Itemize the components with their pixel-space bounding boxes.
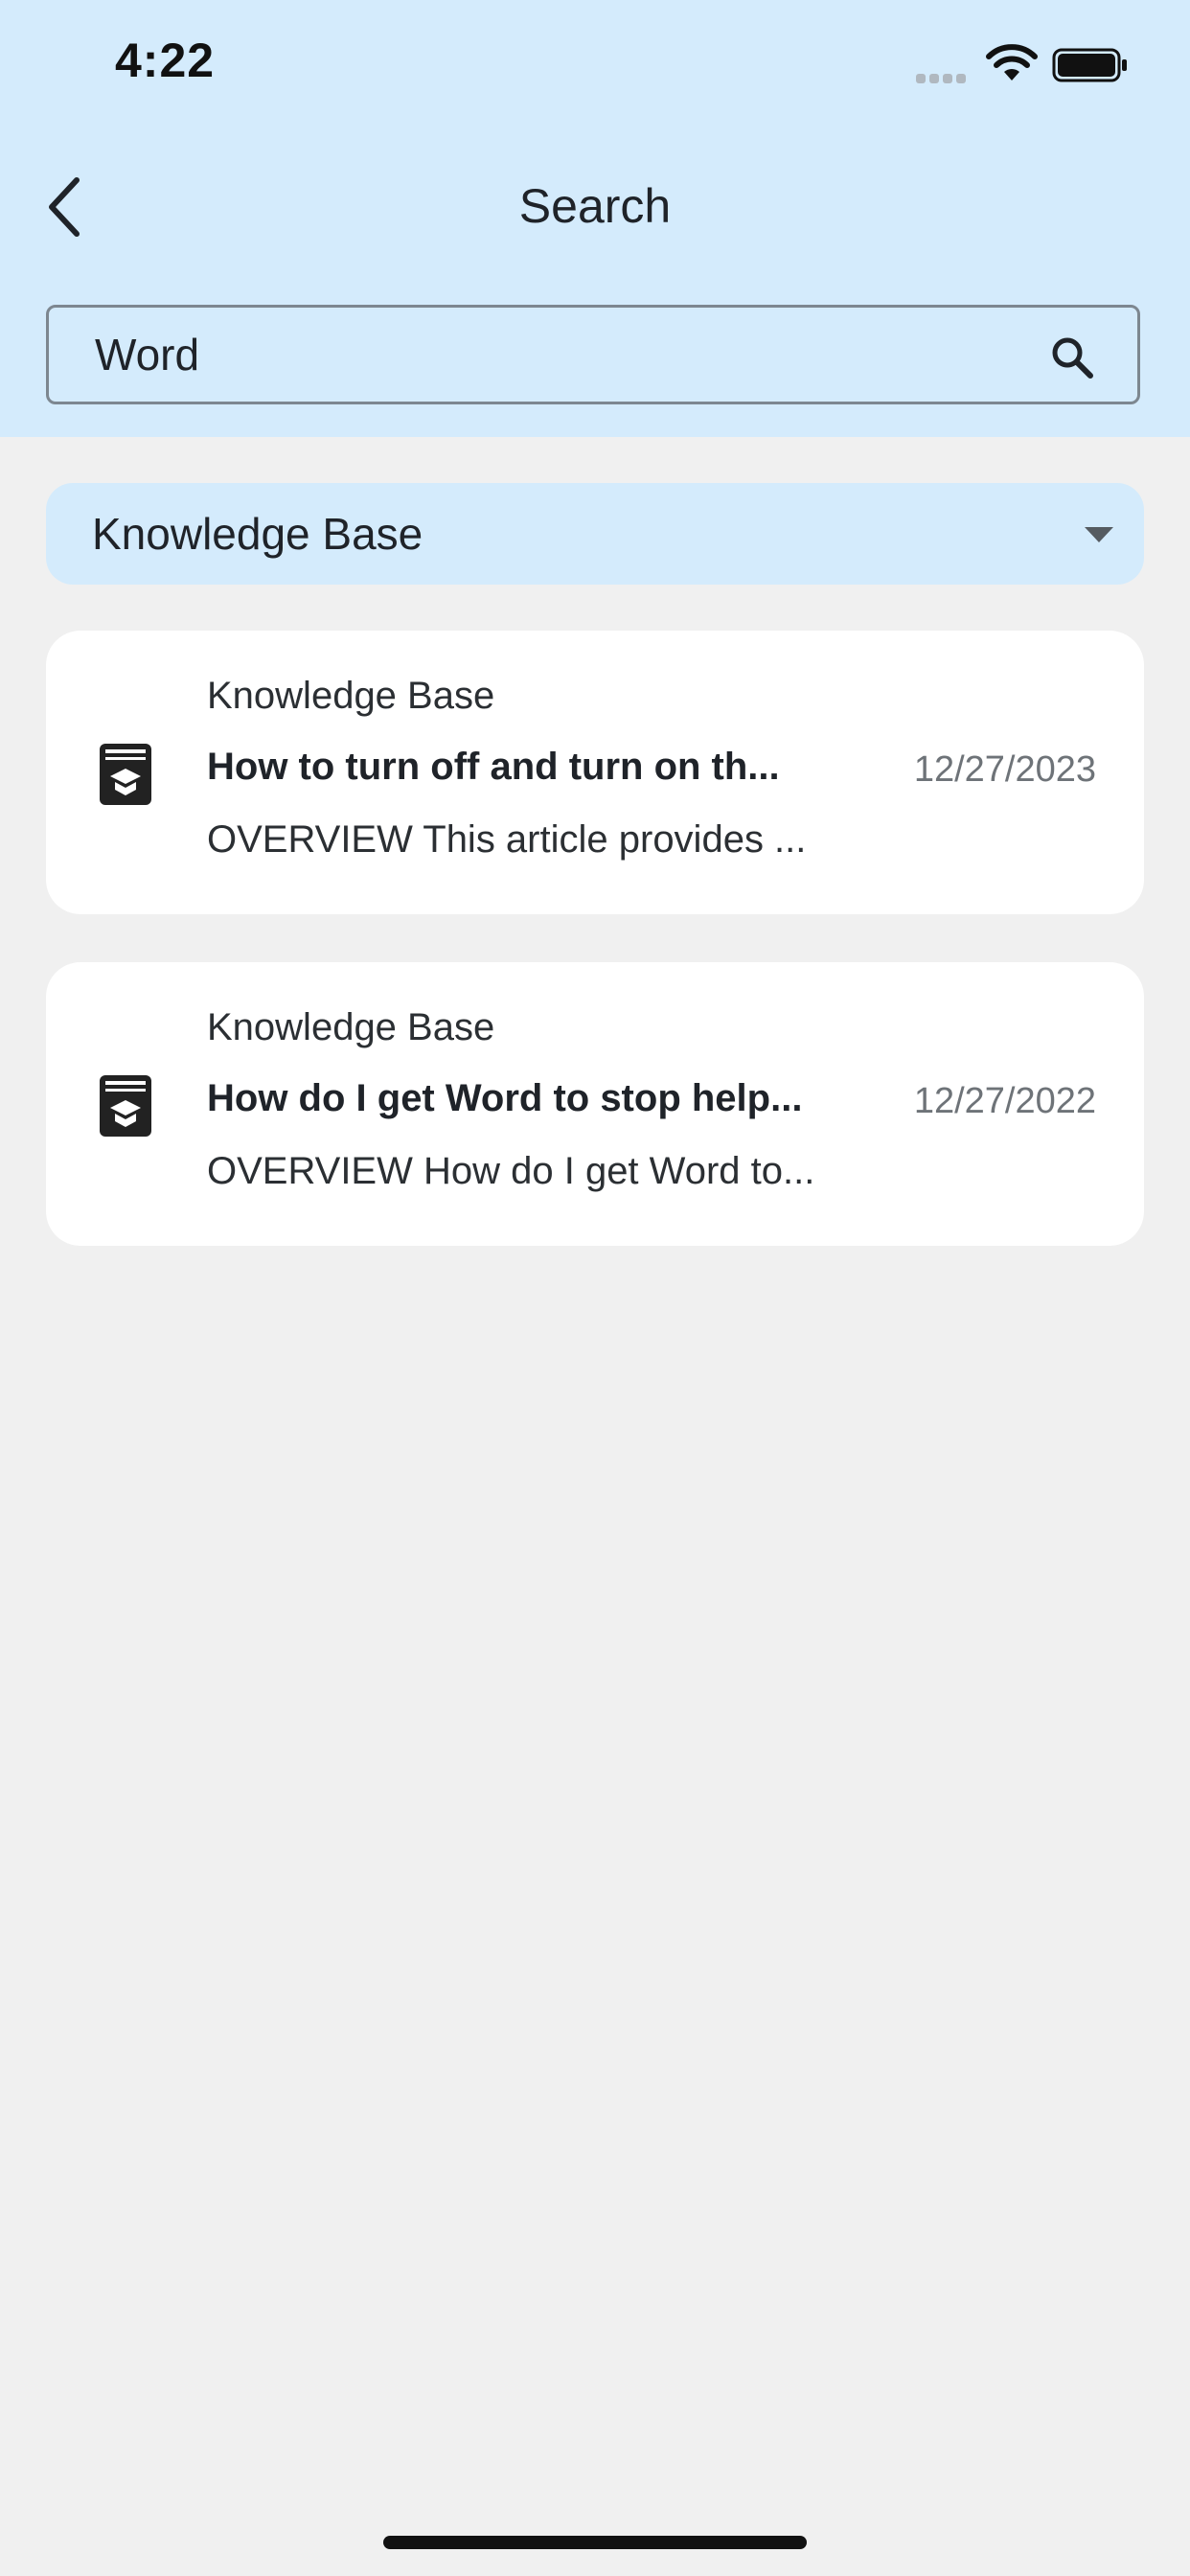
home-indicator [383,2536,807,2549]
result-source: Knowledge Base [207,675,495,717]
knowledge-book-icon [100,1075,151,1137]
caret-down-icon [1085,527,1113,542]
result-title: How to turn off and turn on th... [207,746,780,788]
search-result-card[interactable]: Knowledge Base How do I get Word to stop… [46,962,1144,1246]
source-filter-dropdown[interactable]: Knowledge Base [46,483,1144,585]
cellular-signal-icon [916,71,972,83]
result-snippet: OVERVIEW This article provides ... [207,818,807,861]
knowledge-book-icon [100,744,151,805]
search-result-card[interactable]: Knowledge Base How to turn off and turn … [46,631,1144,914]
result-snippet: OVERVIEW How do I get Word to... [207,1150,815,1192]
battery-icon [1052,48,1127,82]
filter-selected-label: Knowledge Base [92,509,423,559]
search-input[interactable] [95,325,957,384]
page-title: Search [518,179,672,233]
result-source: Knowledge Base [207,1006,495,1048]
result-title: How do I get Word to stop help... [207,1077,803,1119]
result-date: 12/27/2022 [913,1081,1096,1121]
search-icon[interactable] [1051,336,1093,379]
result-date: 12/27/2023 [913,749,1096,790]
search-field[interactable] [46,305,1140,404]
wifi-icon [986,44,1038,80]
status-time: 4:22 [115,34,216,87]
app-header: 4:22 Search [0,0,1190,437]
